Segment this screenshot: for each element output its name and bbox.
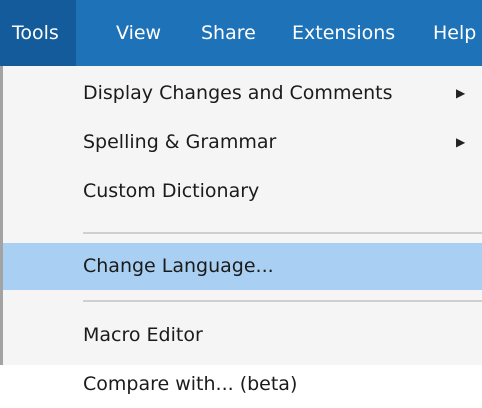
menu-item-label: Compare with... (beta) bbox=[83, 373, 298, 395]
triangle-right-icon: ▶ bbox=[456, 135, 466, 149]
menu-share[interactable]: Share bbox=[201, 0, 256, 66]
menu-bar: Tools View Share Extensions Help bbox=[0, 0, 482, 66]
menu-item-label: Custom Dictionary bbox=[83, 180, 260, 202]
menu-view[interactable]: View bbox=[116, 0, 161, 66]
menu-item-spelling-grammar[interactable]: Spelling & Grammar ▶ bbox=[3, 119, 482, 166]
menu-item-label: Spelling & Grammar bbox=[83, 131, 277, 153]
menu-tools[interactable]: Tools bbox=[0, 0, 76, 66]
menu-item-label: Macro Editor bbox=[83, 324, 203, 346]
menu-item-change-language[interactable]: Change Language... bbox=[3, 243, 482, 290]
menu-separator bbox=[83, 232, 482, 234]
triangle-right-icon: ▶ bbox=[456, 86, 466, 100]
menu-item-macro-editor[interactable]: Macro Editor bbox=[3, 312, 482, 359]
menu-item-display-changes[interactable]: Display Changes and Comments ▶ bbox=[3, 70, 482, 117]
menu-item-custom-dictionary[interactable]: Custom Dictionary bbox=[3, 168, 482, 215]
menu-separator bbox=[83, 300, 482, 302]
tools-dropdown-menu: Display Changes and Comments ▶ Spelling … bbox=[0, 66, 482, 395]
menu-item-label: Display Changes and Comments bbox=[83, 82, 393, 104]
menu-extensions[interactable]: Extensions bbox=[292, 0, 395, 66]
menu-item-label: Change Language... bbox=[83, 255, 274, 277]
menu-item-compare-with[interactable]: Compare with... (beta) bbox=[3, 361, 482, 395]
menu-help[interactable]: Help bbox=[433, 0, 476, 66]
